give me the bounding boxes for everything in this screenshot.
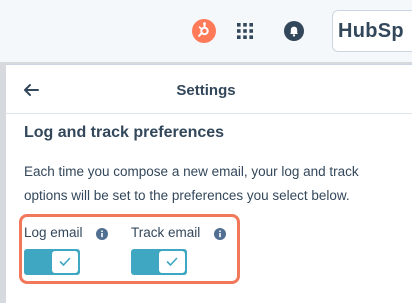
info-icon[interactable] — [214, 227, 226, 240]
checkmark-icon — [166, 257, 178, 266]
brand-logo-text: HubSp — [338, 20, 404, 42]
log-email-label: Log email — [24, 225, 83, 240]
section-description: Each time you compose a new email, your … — [24, 164, 359, 203]
checkmark-icon — [59, 257, 71, 266]
apps-grid-icon[interactable] — [236, 22, 254, 40]
log-email-toggle[interactable] — [24, 249, 80, 275]
toggle-knob — [52, 251, 78, 273]
panel-title: Settings — [176, 82, 236, 99]
top-bar-left-area — [6, 8, 326, 56]
track-email-toggle[interactable] — [131, 249, 187, 275]
hubspot-logo[interactable]: HubSp — [332, 10, 412, 52]
header-divider — [6, 113, 412, 114]
hubspot-sprocket-icon[interactable] — [192, 19, 216, 43]
settings-panel: Settings Log and track preferences Each … — [6, 64, 412, 303]
top-navigation-bar: HubSp — [0, 0, 412, 62]
section-title: Log and track preferences — [24, 124, 225, 141]
notifications-bell-icon[interactable] — [283, 20, 305, 42]
info-icon[interactable] — [96, 227, 108, 240]
toggle-knob — [159, 251, 185, 273]
track-email-label: Track email — [131, 225, 201, 240]
